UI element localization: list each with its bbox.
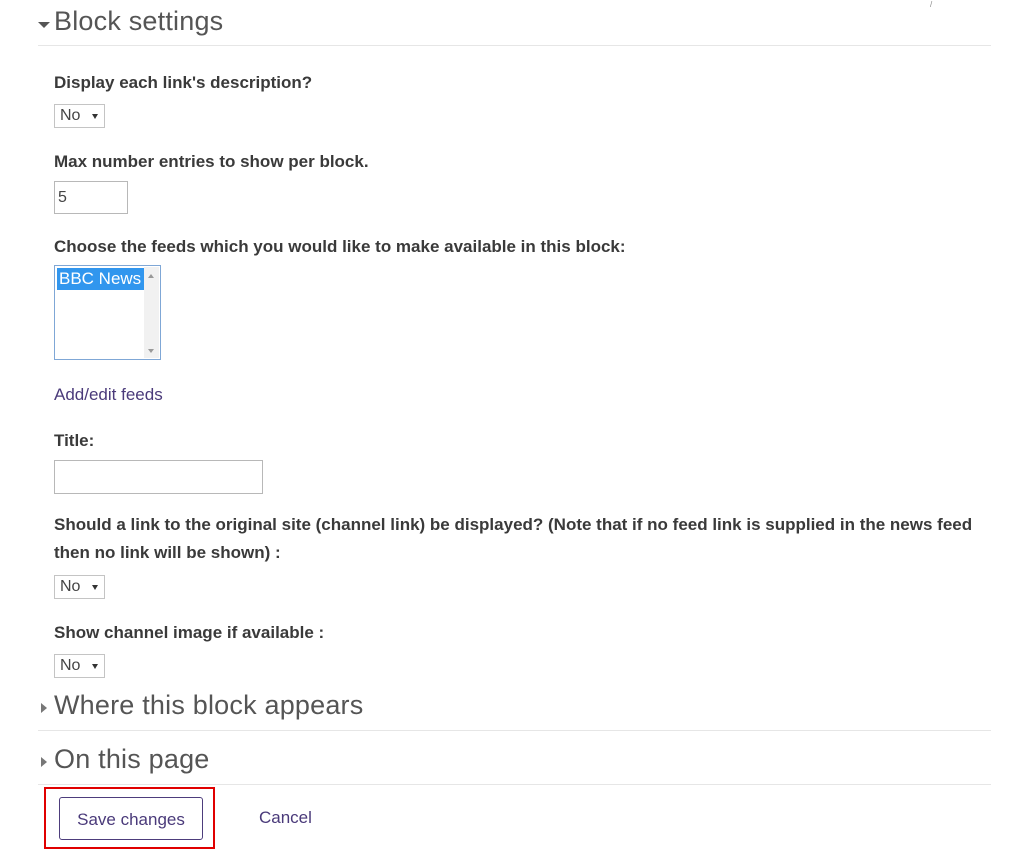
select-value: No [60, 657, 81, 674]
where-appears-header[interactable]: Where this block appears [38, 690, 991, 731]
channel-link-label: Should a link to the original site (chan… [54, 515, 973, 562]
display-description-select[interactable]: No [54, 104, 105, 128]
max-entries-label: Max number entries to show per block. [54, 152, 369, 171]
title-label: Title: [54, 431, 95, 450]
chevron-right-icon [41, 703, 47, 713]
save-changes-button[interactable]: Save changes [59, 797, 203, 840]
on-this-page-header[interactable]: On this page [38, 744, 991, 785]
section-title-where-appears: Where this block appears [54, 690, 364, 720]
scroll-down-icon[interactable] [148, 349, 154, 353]
dropdown-arrow-icon [92, 114, 98, 119]
block-settings-header[interactable]: Block settings [38, 6, 991, 46]
feeds-listbox[interactable]: BBC News [54, 265, 161, 360]
select-value: No [60, 107, 81, 124]
scroll-up-icon[interactable] [148, 274, 154, 278]
dropdown-arrow-icon [92, 585, 98, 590]
feed-option-bbc-news[interactable]: BBC News [57, 268, 145, 290]
channel-link-select[interactable]: No [54, 575, 105, 599]
add-edit-feeds-link[interactable]: Add/edit feeds [54, 385, 163, 405]
max-entries-input[interactable] [54, 181, 128, 214]
listbox-scrollbar[interactable] [144, 267, 159, 358]
dropdown-arrow-icon [92, 664, 98, 669]
chevron-right-icon [41, 757, 47, 767]
channel-image-label: Show channel image if available : [54, 623, 325, 642]
display-description-label: Display each link's description? [54, 73, 313, 92]
feeds-label: Choose the feeds which you would like to… [54, 237, 626, 256]
channel-image-select[interactable]: No [54, 654, 105, 678]
title-input[interactable] [54, 460, 263, 494]
section-title-on-this-page: On this page [54, 744, 210, 774]
select-value: No [60, 578, 81, 595]
cancel-link[interactable]: Cancel [259, 808, 312, 828]
chevron-down-icon [38, 22, 50, 28]
section-title-block-settings: Block settings [54, 6, 224, 36]
